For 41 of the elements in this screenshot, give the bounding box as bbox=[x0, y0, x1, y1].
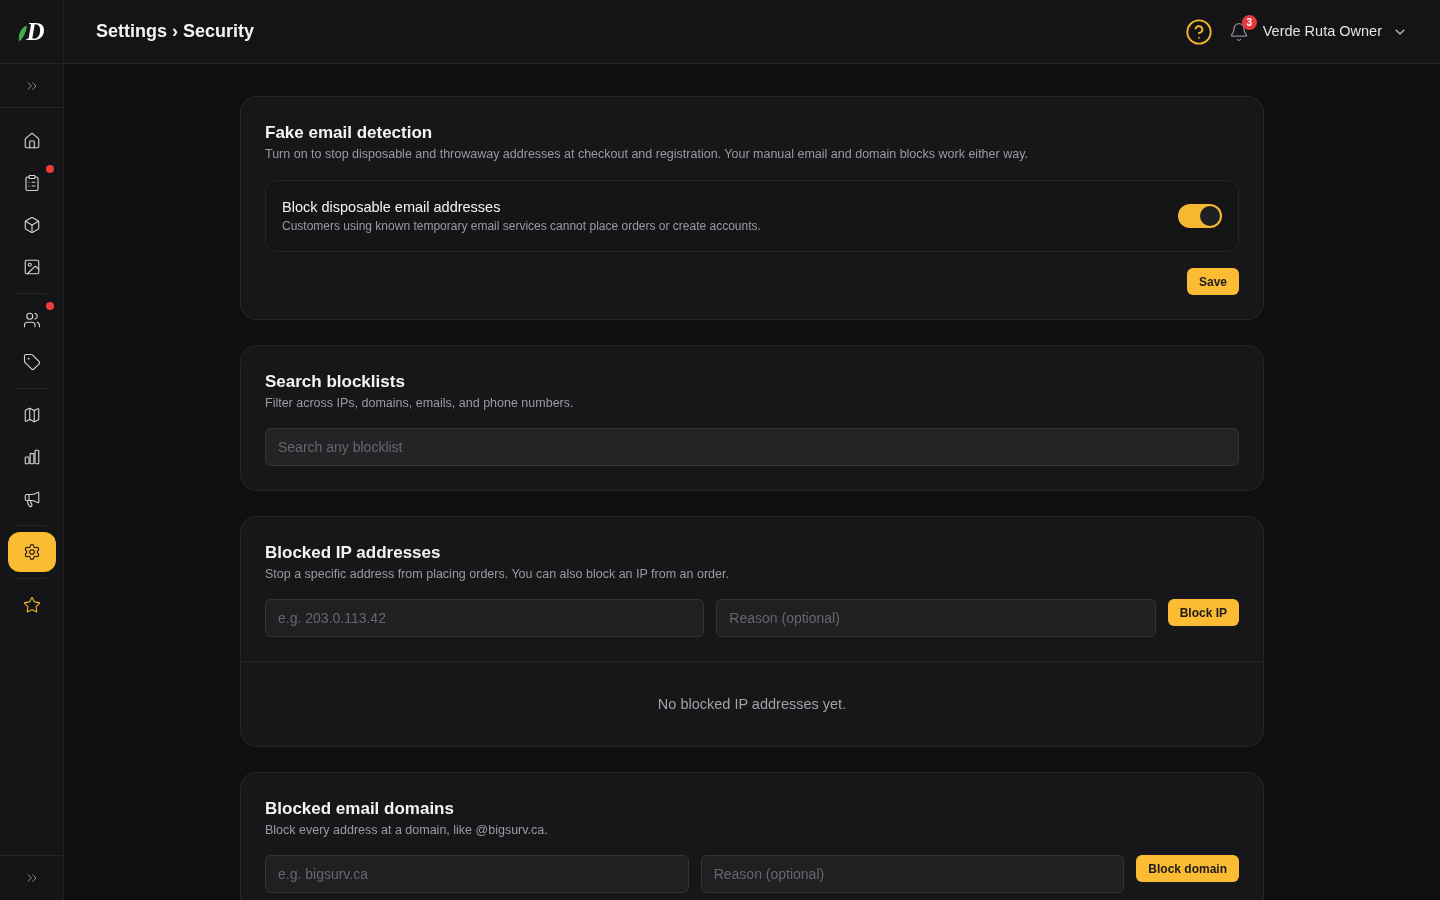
page-breadcrumb: Settings › Security bbox=[96, 20, 255, 43]
input-field[interactable]: Reason (optional) bbox=[716, 599, 1156, 637]
megaphone-icon bbox=[22, 490, 41, 508]
block-button[interactable]: Block domain bbox=[1136, 855, 1239, 882]
users-icon bbox=[22, 311, 41, 329]
home-icon bbox=[22, 132, 41, 150]
user-menu-button[interactable]: Verde Ruta Owner bbox=[1262, 20, 1408, 43]
cube-icon bbox=[22, 216, 41, 234]
input-field[interactable]: e.g. bigsurv.ca bbox=[265, 855, 689, 893]
section-description: Filter across IPs, domains, emails, and phone numbers. bbox=[265, 395, 575, 412]
leaf-icon bbox=[18, 24, 28, 42]
section-description: Block every address at a domain, like @bigsurv.ca. bbox=[265, 822, 549, 839]
sidebar-nav-button[interactable] bbox=[7, 532, 56, 572]
input-field[interactable]: e.g. 203.0.113.42 bbox=[265, 599, 705, 637]
star-icon bbox=[22, 596, 41, 614]
notification-badge: 3 bbox=[1241, 14, 1257, 30]
help-icon bbox=[1184, 17, 1213, 46]
search-field[interactable]: Search any blocklist bbox=[265, 428, 1239, 466]
toggle-switch[interactable] bbox=[1178, 204, 1222, 228]
empty-state-text: No blocked IP addresses yet. bbox=[657, 695, 847, 714]
logo-text: D bbox=[26, 19, 45, 44]
help-button[interactable] bbox=[1184, 17, 1213, 46]
map-icon bbox=[22, 406, 41, 424]
input-field[interactable]: Reason (optional) bbox=[700, 855, 1125, 893]
save-button[interactable]: Save bbox=[1186, 268, 1239, 295]
section-title: Blocked IP addresses bbox=[265, 542, 442, 564]
section-title: Fake email detection bbox=[265, 122, 434, 144]
option-label: Block disposable email addresses bbox=[282, 198, 502, 217]
bell-icon bbox=[1228, 21, 1249, 42]
block-button[interactable]: Block IP bbox=[1167, 599, 1239, 626]
option-description: Customers using known temporary email services cannot place orders or create accounts. bbox=[282, 218, 761, 235]
section-description: Stop a specific address from placing orders. You can also block an IP from an order. bbox=[265, 566, 730, 583]
toggle-knob bbox=[1200, 206, 1220, 226]
image-icon bbox=[22, 258, 41, 276]
settings-icon bbox=[22, 543, 41, 561]
tag-icon bbox=[22, 353, 41, 371]
section-description: Turn on to stop disposable and throwaway addresses at checkout and registration. Your manual email and domain blocks work either way. bbox=[265, 146, 1029, 163]
section-title: Search blocklists bbox=[265, 371, 406, 393]
clipboard-icon bbox=[22, 174, 41, 192]
section-title: Blocked email domains bbox=[265, 798, 455, 820]
bar-chart-icon bbox=[22, 448, 41, 466]
